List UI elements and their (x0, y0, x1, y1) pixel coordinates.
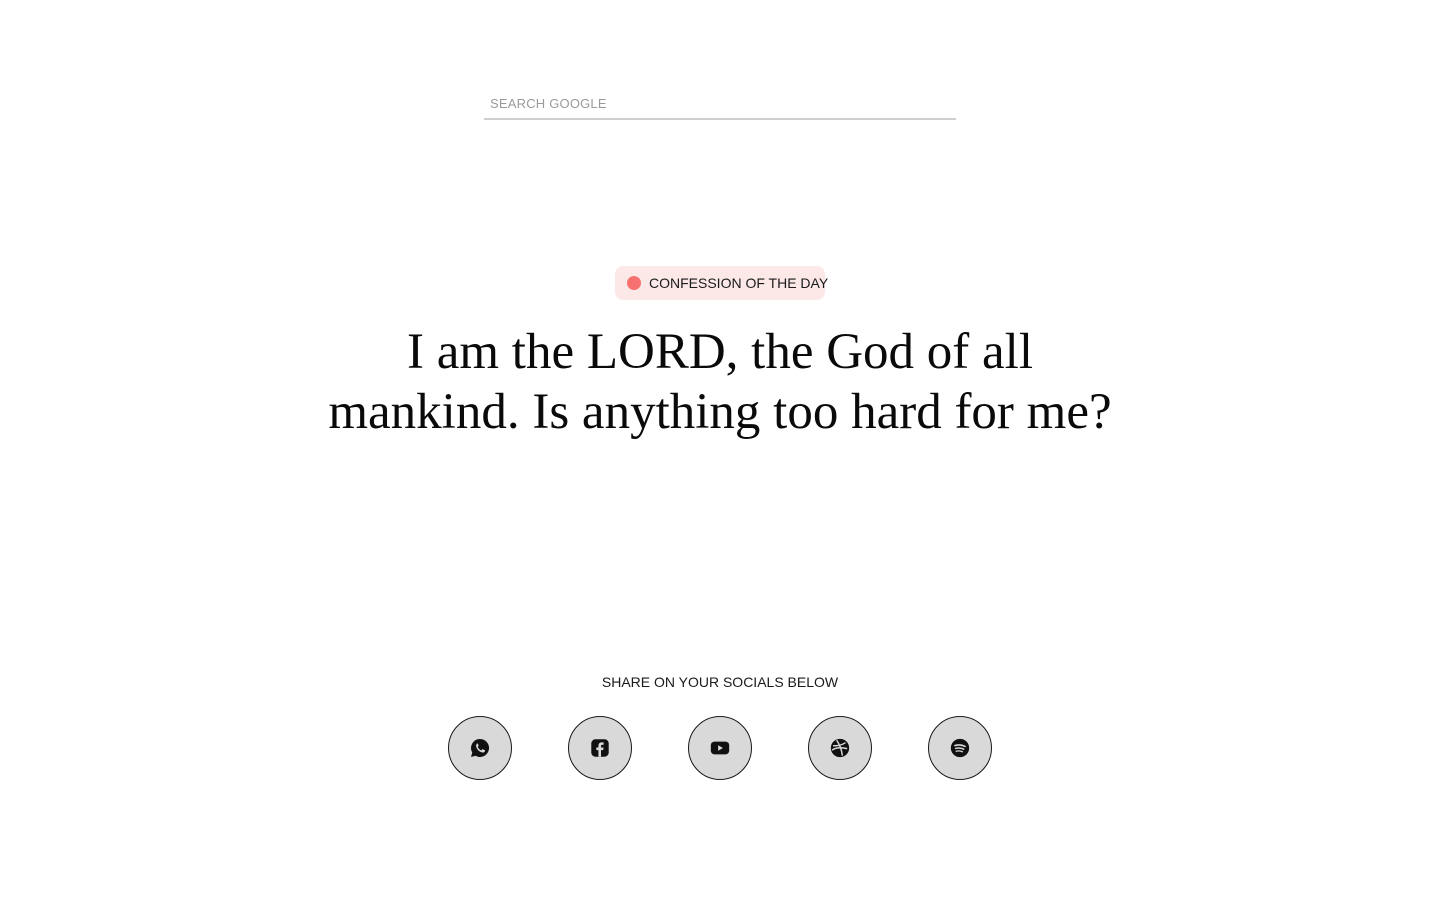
page: CONFESSION OF THE DAY I am the LORD, the… (0, 0, 1440, 900)
youtube-icon (710, 741, 730, 755)
dribbble-button[interactable] (808, 716, 872, 780)
spotify-button[interactable] (928, 716, 992, 780)
social-buttons (448, 716, 992, 780)
spotify-icon (950, 738, 970, 758)
confession-text: I am the LORD, the God of all mankind. I… (328, 324, 1112, 440)
dribbble-icon (830, 738, 850, 758)
whatsapp-icon (471, 739, 490, 757)
search-bar (484, 88, 956, 120)
facebook-icon (591, 739, 609, 757)
confession-badge: CONFESSION OF THE DAY (615, 266, 829, 300)
whatsapp-button[interactable] (448, 716, 512, 780)
badge-label: CONFESSION OF THE DAY (649, 275, 829, 291)
youtube-button[interactable] (688, 716, 752, 780)
badge-dot-icon (627, 276, 641, 290)
search-input[interactable] (484, 88, 956, 118)
share-label: SHARE ON YOUR SOCIALS BELOW (601, 674, 839, 690)
facebook-button[interactable] (568, 716, 632, 780)
